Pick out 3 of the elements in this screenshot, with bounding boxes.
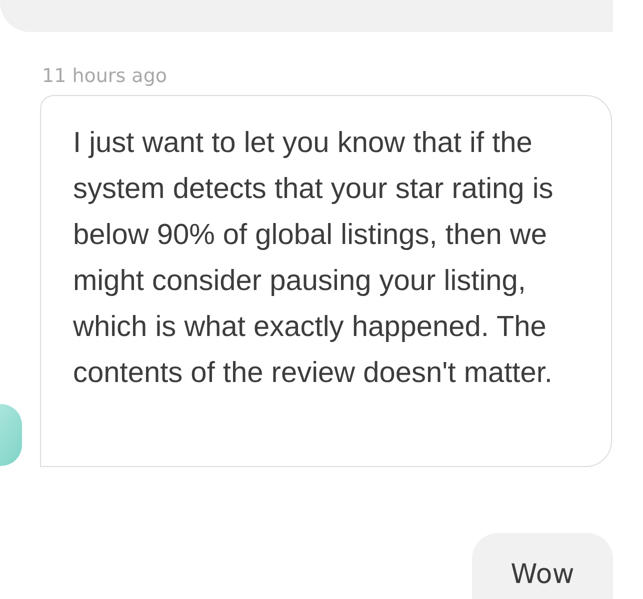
- message-text: I just want to let you know that if the system detects that your star rating is below 90% of global listings, then we might consider pausing your listing, which is what exactly happened. The contents of the review doesn't matter.: [73, 126, 554, 391]
- timestamp: 11 hours ago: [42, 64, 168, 89]
- message-text: Wow: [510, 561, 574, 592]
